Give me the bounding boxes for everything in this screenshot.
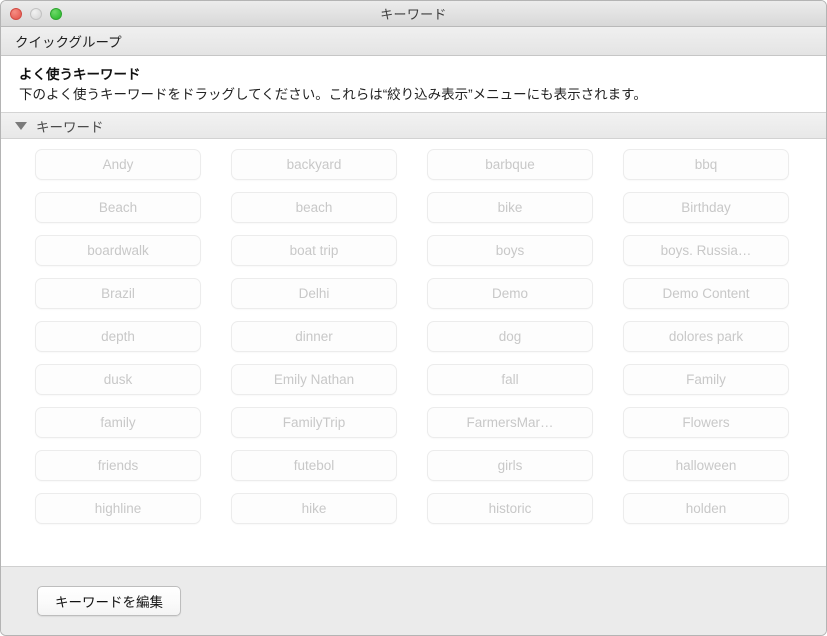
keyword-button[interactable]: bbq [623,149,789,180]
keywords-scroll-area: Andy backyard barbque bbq Beach beach bike Birt… [1,139,826,566]
header-title: よく使うキーワード [19,67,141,82]
keyword-button[interactable]: beach [231,192,397,223]
quick-group-label: クイックグループ [15,35,122,50]
keyword-button[interactable]: fall [427,364,593,395]
keyword-button[interactable]: girls [427,450,593,481]
keyword-button[interactable]: barbque [427,149,593,180]
keywords-window: キーワード クイックグループ よく使うキーワード 下のよく使うキーワードをドラッ… [0,0,827,636]
keyword-button[interactable]: Emily Nathan [231,364,397,395]
keyword-button[interactable]: halloween [623,450,789,481]
keywords-section-header[interactable]: キーワード [1,112,826,139]
header-description: 下のよく使うキーワードをドラッグしてください。これらは“絞り込み表示”メニューに… [19,87,647,102]
keyword-button[interactable]: FamilyTrip [231,407,397,438]
keyword-button[interactable]: boys. Russia… [623,235,789,266]
keyword-button[interactable]: historic [427,493,593,524]
keyword-button[interactable]: family [35,407,201,438]
keyword-button[interactable]: backyard [231,149,397,180]
keyword-button[interactable]: boardwalk [35,235,201,266]
keyword-button[interactable]: Demo Content [623,278,789,309]
zoom-window-button[interactable] [50,7,62,20]
keyword-button[interactable]: dusk [35,364,201,395]
keyword-button[interactable]: hike [231,493,397,524]
close-window-button[interactable] [10,7,22,20]
keyword-button[interactable]: highline [35,493,201,524]
traffic-light-group [10,1,62,26]
keyword-button[interactable]: Andy [35,149,201,180]
keyword-button[interactable]: holden [623,493,789,524]
keyword-button[interactable]: Delhi [231,278,397,309]
keywords-section-label: キーワード [36,119,104,135]
window-titlebar: キーワード [1,1,826,27]
keyword-button[interactable]: Family [623,364,789,395]
edit-keywords-button[interactable]: キーワードを編集 [37,586,181,616]
keyword-grid: Andy backyard barbque bbq Beach beach bike Birt… [1,149,826,524]
keyword-button[interactable]: dolores park [623,321,789,352]
header-section: よく使うキーワード 下のよく使うキーワードをドラッグしてください。これらは“絞り… [1,56,826,112]
keyword-button[interactable]: Birthday [623,192,789,223]
window-title: キーワード [380,7,447,22]
keyword-button[interactable]: friends [35,450,201,481]
keyword-button[interactable]: Brazil [35,278,201,309]
keyword-button[interactable]: Flowers [623,407,789,438]
keyword-button[interactable]: futebol [231,450,397,481]
keyword-button[interactable]: dinner [231,321,397,352]
keyword-button[interactable]: Demo [427,278,593,309]
minimize-window-button[interactable] [30,7,42,20]
triangle-down-icon[interactable] [15,121,27,130]
window-footer: キーワードを編集 [1,566,826,635]
keyword-button[interactable]: Beach [35,192,201,223]
quick-group-toolbar: クイックグループ [1,27,826,56]
keyword-button[interactable]: dog [427,321,593,352]
keyword-button[interactable]: bike [427,192,593,223]
keyword-button[interactable]: depth [35,321,201,352]
keyword-button[interactable]: FarmersMar… [427,407,593,438]
keyword-button[interactable]: boys [427,235,593,266]
keyword-button[interactable]: boat trip [231,235,397,266]
